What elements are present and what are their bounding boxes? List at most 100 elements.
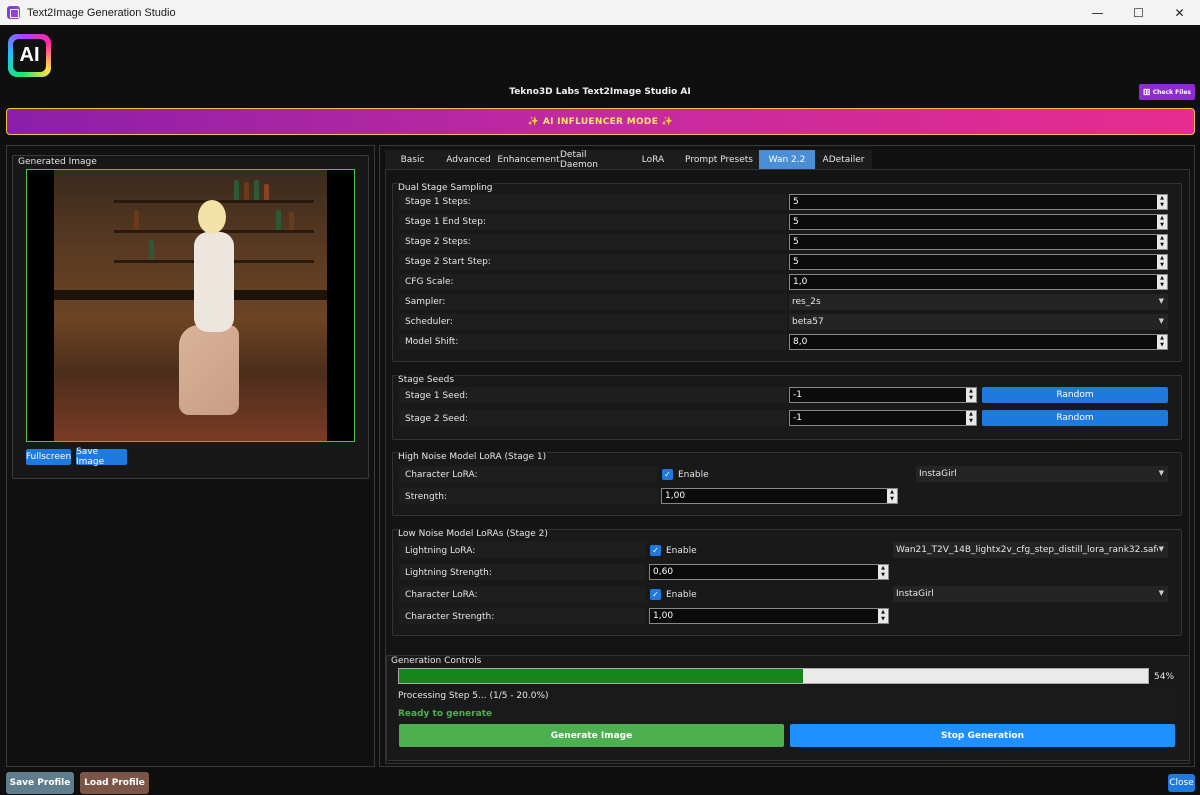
chevron-down-icon: ▼ <box>1158 545 1164 553</box>
app-title: Tekno3D Labs Text2Image Studio AI <box>509 87 691 97</box>
low-char-lora-select[interactable]: InstaGirl ▼ <box>893 586 1168 602</box>
character-strength-input[interactable]: 1,00 ▲ ▼ <box>649 608 889 624</box>
sampler-select[interactable]: res_2s ▼ <box>789 294 1168 310</box>
row-bg <box>399 294 787 310</box>
cfg-scale-value: 1,0 <box>793 277 808 287</box>
tab-advanced[interactable]: Advanced <box>440 150 497 169</box>
fullscreen-button[interactable]: Fullscreen <box>26 449 71 465</box>
settings-tabs: Basic Advanced Enhancement Detail Daemon… <box>385 150 872 170</box>
cfg-scale-input[interactable]: 1,0 ▲ ▼ <box>789 274 1168 290</box>
tab-basic[interactable]: Basic <box>385 150 440 169</box>
spin-arrows-icon[interactable]: ▲ ▼ <box>1157 335 1167 349</box>
spin-arrows-icon[interactable]: ▲ ▼ <box>1157 195 1167 209</box>
spin-arrows-icon[interactable]: ▲ ▼ <box>1157 275 1167 289</box>
spin-arrows-icon[interactable]: ▲ ▼ <box>1157 255 1167 269</box>
lightning-lora-select[interactable]: Wan21_T2V_14B_lightx2v_cfg_step_distill_… <box>893 542 1168 558</box>
spin-arrows-icon[interactable]: ▲ ▼ <box>966 411 976 425</box>
chevron-down-icon: ▼ <box>1158 589 1164 597</box>
lightning-enable-checkbox[interactable]: ✓ <box>650 545 661 556</box>
generate-image-button[interactable]: Generate Image <box>399 724 784 747</box>
minimize-button[interactable]: — <box>1077 0 1118 25</box>
ready-text: Ready to generate <box>398 709 493 719</box>
progress-bar <box>398 668 1149 684</box>
photo-bar-scene <box>54 170 327 441</box>
spin-arrows-icon[interactable]: ▲ ▼ <box>878 565 888 579</box>
stage-seeds-group: Stage Seeds <box>392 375 1182 440</box>
lightning-strength-input[interactable]: 0,60 ▲ ▼ <box>649 564 889 580</box>
stage1-seed-value: -1 <box>793 390 802 400</box>
spin-arrows-icon[interactable]: ▲ ▼ <box>887 489 897 503</box>
save-profile-button[interactable]: Save Profile <box>6 772 74 794</box>
ai-logo-icon: AI <box>8 34 51 77</box>
dual-stage-title: Dual Stage Sampling <box>398 183 493 193</box>
sampler-label: Sampler: <box>405 297 446 307</box>
bottle <box>149 240 154 260</box>
cfg-scale-label: CFG Scale: <box>405 277 454 287</box>
person <box>174 200 254 420</box>
stage2-random-button[interactable]: Random <box>982 410 1168 426</box>
spin-arrows-icon[interactable]: ▲ ▼ <box>1157 215 1167 229</box>
legs <box>179 325 239 415</box>
influencer-mode-banner[interactable]: ✨ AI INFLUENCER MODE ✨ <box>6 108 1195 135</box>
stage-seeds-title: Stage Seeds <box>398 375 455 385</box>
stop-generation-button[interactable]: Stop Generation <box>790 724 1175 747</box>
close-window-button[interactable]: ✕ <box>1159 0 1200 25</box>
low-character-lora-label: Character LoRA: <box>405 590 478 600</box>
tab-detail-daemon[interactable]: Detail Daemon <box>560 150 627 170</box>
bottle <box>289 212 294 230</box>
high-noise-lora-title: High Noise Model LoRA (Stage 1) <box>398 452 547 462</box>
spin-arrows-icon[interactable]: ▲ ▼ <box>1157 235 1167 249</box>
stage1-steps-value: 5 <box>793 197 799 207</box>
stage1-seed-input[interactable]: -1 ▲ ▼ <box>789 387 977 403</box>
high-strength-input[interactable]: 1,00 ▲ ▼ <box>661 488 898 504</box>
character-strength-value: 1,00 <box>653 611 674 621</box>
spin-arrows-icon[interactable]: ▲ ▼ <box>966 388 976 402</box>
spin-arrows-icon[interactable]: ▲ ▼ <box>878 609 888 623</box>
chevron-down-icon: ▼ <box>1158 317 1164 325</box>
lightning-lora-value: Wan21_T2V_14B_lightx2v_cfg_step_distill_… <box>896 545 1158 555</box>
tab-prompt-presets[interactable]: Prompt Presets <box>679 150 759 169</box>
high-enable-label: Enable <box>678 470 709 480</box>
stage1-random-button[interactable]: Random <box>982 387 1168 403</box>
stage2-start-step-value: 5 <box>793 257 799 267</box>
load-profile-button[interactable]: Load Profile <box>80 772 149 794</box>
tab-wan-2-2[interactable]: Wan 2.2 <box>759 150 815 169</box>
lightning-enable-label: Enable <box>666 546 697 556</box>
lightning-strength-label: Lightning Strength: <box>405 568 492 578</box>
stage2-steps-input[interactable]: 5 ▲ ▼ <box>789 234 1168 250</box>
model-shift-value: 8,0 <box>793 337 808 347</box>
high-enable-checkbox[interactable]: ✓ <box>662 469 673 480</box>
high-lora-select[interactable]: InstaGirl ▼ <box>916 466 1168 482</box>
stage1-steps-input[interactable]: 5 ▲ ▼ <box>789 194 1168 210</box>
stage2-steps-label: Stage 2 Steps: <box>405 237 471 247</box>
model-shift-input[interactable]: 8,0 ▲ ▼ <box>789 334 1168 350</box>
bottle <box>134 210 139 230</box>
low-char-enable-checkbox[interactable]: ✓ <box>650 589 661 600</box>
generated-image[interactable] <box>26 169 355 442</box>
stage2-steps-value: 5 <box>793 237 799 247</box>
window-title: Text2Image Generation Studio <box>27 6 176 19</box>
save-image-button[interactable]: Save Image <box>76 447 127 467</box>
tab-lora[interactable]: LoRA <box>627 150 679 169</box>
check-files-button[interactable]: 🗄 Check Files <box>1139 84 1195 100</box>
maximize-button[interactable]: ☐ <box>1118 0 1159 25</box>
stage2-start-step-input[interactable]: 5 ▲ ▼ <box>789 254 1168 270</box>
stage2-seed-input[interactable]: -1 ▲ ▼ <box>789 410 977 426</box>
high-lora-value: InstaGirl <box>919 469 957 479</box>
low-noise-lora-title: Low Noise Model LoRAs (Stage 2) <box>398 529 548 539</box>
stage1-steps-label: Stage 1 Steps: <box>405 197 471 207</box>
model-shift-label: Model Shift: <box>405 337 459 347</box>
tab-adetailer[interactable]: ADetailer <box>815 150 872 169</box>
logo-text: AI <box>13 39 46 72</box>
high-strength-label: Strength: <box>405 492 447 502</box>
high-strength-value: 1,00 <box>665 491 686 501</box>
sampler-value: res_2s <box>792 297 821 307</box>
lightning-strength-value: 0,60 <box>653 567 674 577</box>
stage1-end-step-input[interactable]: 5 ▲ ▼ <box>789 214 1168 230</box>
scheduler-select[interactable]: beta57 ▼ <box>789 314 1168 330</box>
tab-enhancement[interactable]: Enhancement <box>497 150 560 169</box>
title-bar: Text2Image Generation Studio — ☐ ✕ <box>0 0 1200 25</box>
close-button[interactable]: Close <box>1168 774 1195 792</box>
bottle <box>264 184 269 200</box>
bottle <box>244 182 249 200</box>
